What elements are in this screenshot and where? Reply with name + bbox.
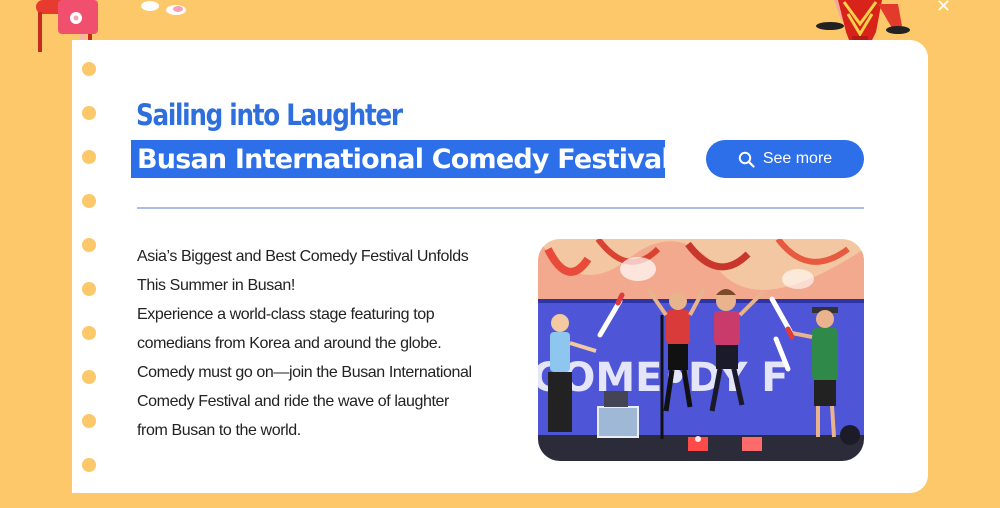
description-line: comedians from Korea and around the glob…	[137, 335, 442, 352]
see-more-button[interactable]: See more	[706, 140, 864, 178]
binding-hole	[82, 62, 96, 76]
see-more-label: See more	[762, 150, 833, 167]
binding-hole	[82, 282, 96, 296]
binding-hole	[82, 370, 96, 384]
binding-hole	[82, 106, 96, 120]
section-subtitle: Sailing into Laughter	[136, 98, 403, 132]
binding-hole	[82, 414, 96, 428]
festival-photo: COME•DY F	[538, 239, 864, 461]
binding-hole	[82, 326, 96, 340]
binding-hole	[82, 150, 96, 164]
description-line: Comedy Festival and ride the wave of lau…	[137, 393, 449, 410]
divider	[137, 207, 864, 209]
page-title: Busan International Comedy Festival	[137, 143, 671, 175]
description-line: from Busan to the world.	[137, 422, 301, 439]
description: Asia’s Biggest and Best Comedy Festival …	[137, 242, 512, 445]
feet-illustration	[141, 1, 186, 15]
title-highlight: Busan International Comedy Festival	[131, 140, 671, 178]
binding-hole	[82, 194, 96, 208]
description-line: Asia’s Biggest and Best Comedy Festival …	[137, 248, 469, 265]
binding-hole	[82, 238, 96, 252]
description-line: Experience a world-class stage featuring…	[137, 306, 435, 323]
binding-hole	[82, 458, 96, 472]
description-line: This Summer in Busan!	[137, 277, 295, 294]
search-icon	[738, 151, 755, 168]
sparkle-icon: ✕	[936, 0, 952, 17]
description-line: Comedy must go on—join the Busan Interna…	[137, 364, 472, 381]
